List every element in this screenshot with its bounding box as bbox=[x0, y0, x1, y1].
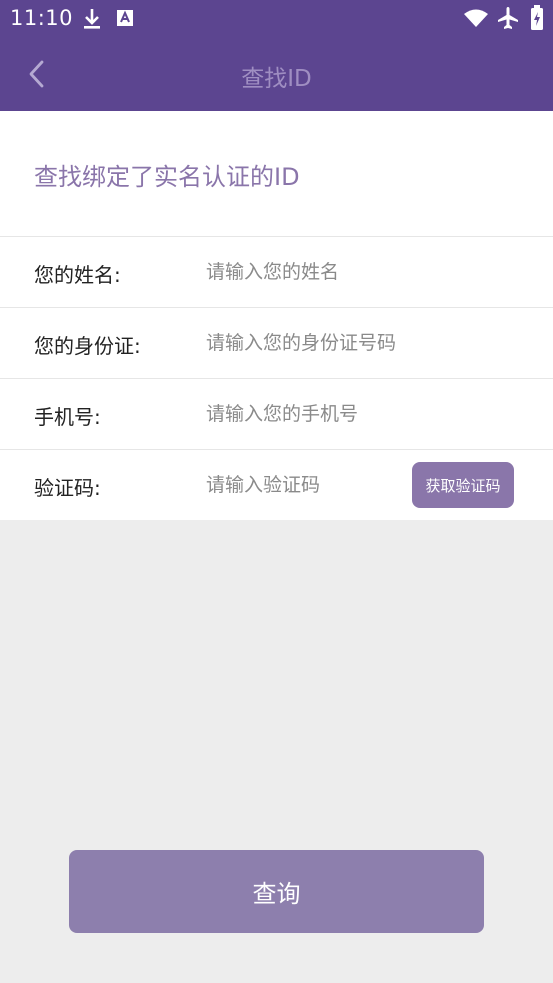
battery-icon bbox=[531, 5, 543, 30]
download-icon bbox=[84, 9, 100, 29]
form-row-name: 您的姓名: bbox=[0, 237, 553, 308]
name-label: 您的姓名: bbox=[34, 263, 121, 287]
query-button[interactable]: 查询 bbox=[69, 850, 484, 933]
form-row-phone: 手机号: bbox=[0, 379, 553, 450]
form-row-id-card: 您的身份证: bbox=[0, 308, 553, 379]
phone-label: 手机号: bbox=[34, 405, 101, 429]
status-bar: 11:10 bbox=[0, 0, 553, 37]
nav-bar: 查找ID bbox=[0, 37, 553, 111]
page-title: 查找ID bbox=[241, 66, 312, 92]
status-time: 11:10 bbox=[10, 6, 74, 30]
name-input[interactable] bbox=[206, 255, 406, 289]
lookup-form: 您的姓名: 您的身份证: 手机号: 验证码: 获取验证码 bbox=[0, 236, 553, 520]
id-card-label: 您的身份证: bbox=[34, 334, 141, 358]
header-text: 查找绑定了实名认证的ID bbox=[34, 163, 300, 191]
code-label: 验证码: bbox=[34, 476, 101, 500]
airplane-icon bbox=[498, 7, 518, 29]
code-input[interactable] bbox=[206, 468, 396, 502]
header-panel: 查找绑定了实名认证的ID bbox=[0, 111, 553, 236]
form-row-code: 验证码: 获取验证码 bbox=[0, 450, 553, 520]
id-card-input[interactable] bbox=[206, 326, 526, 360]
phone-input[interactable] bbox=[206, 397, 406, 431]
wifi-icon bbox=[464, 9, 488, 27]
font-a-icon bbox=[117, 10, 133, 26]
get-code-button[interactable]: 获取验证码 bbox=[412, 462, 514, 508]
